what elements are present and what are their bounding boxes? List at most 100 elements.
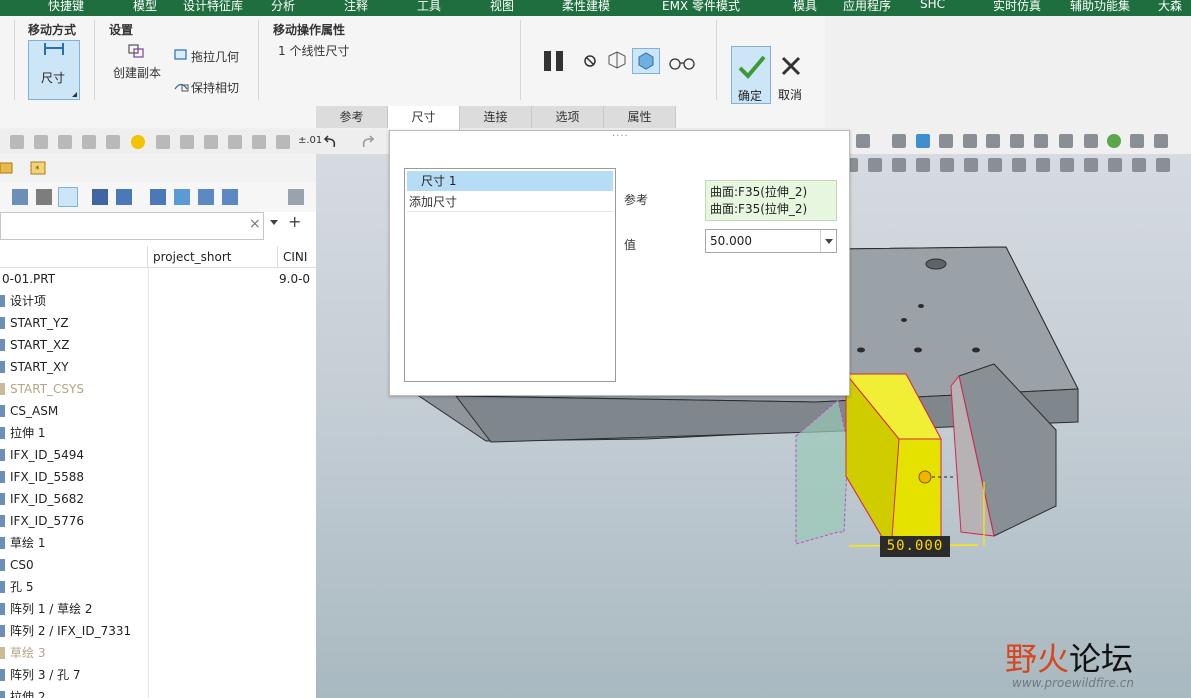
- view-tool-icon[interactable]: [856, 134, 870, 148]
- save-icon[interactable]: [106, 135, 120, 149]
- tree-row[interactable]: START_YZ: [0, 312, 316, 334]
- tree-row[interactable]: 拉伸 2: [0, 686, 316, 698]
- menu-dasen[interactable]: 大森: [1158, 0, 1182, 14]
- datum-axis-display-icon[interactable]: [1108, 158, 1122, 172]
- no-preview-icon[interactable]: [583, 54, 597, 68]
- paste-icon[interactable]: [180, 135, 194, 149]
- glasses-preview-icon[interactable]: [668, 56, 696, 70]
- shading-icon[interactable]: [940, 158, 954, 172]
- point-icon[interactable]: [1034, 134, 1048, 148]
- menu-applications[interactable]: 应用程序: [843, 0, 891, 14]
- cancel-button[interactable]: 取消: [775, 46, 809, 104]
- favorites-icon[interactable]: *: [30, 160, 46, 176]
- tree-settings-icon[interactable]: [116, 189, 132, 205]
- open-file-icon[interactable]: [34, 135, 48, 149]
- dimension-list[interactable]: 尺寸 1 添加尺寸: [404, 168, 616, 382]
- render-icon[interactable]: [939, 134, 953, 148]
- repaint-icon[interactable]: [916, 158, 930, 172]
- glasses-view-icon[interactable]: [1154, 134, 1168, 148]
- tree-row[interactable]: CS0: [0, 554, 316, 576]
- hierarchy-icon[interactable]: [222, 189, 238, 205]
- tree-list-icon[interactable]: [12, 189, 28, 205]
- menu-annotate[interactable]: 注释: [344, 0, 368, 14]
- spline-icon[interactable]: [1010, 134, 1024, 148]
- spin-center-icon[interactable]: [1060, 158, 1074, 172]
- parallelogram-icon[interactable]: [1059, 134, 1073, 148]
- tree-row[interactable]: IFX_ID_5588: [0, 466, 316, 488]
- layer-tree-icon[interactable]: [150, 189, 166, 205]
- tree-search-input[interactable]: ×: [0, 212, 264, 240]
- tree-col-project-short[interactable]: project_short: [148, 246, 278, 268]
- point-display-icon[interactable]: [1132, 158, 1146, 172]
- copy-icon[interactable]: [156, 135, 170, 149]
- pause-icon[interactable]: [542, 50, 566, 72]
- document-icon[interactable]: [288, 189, 304, 205]
- menu-view[interactable]: 视图: [490, 0, 514, 14]
- tab-options[interactable]: 选项: [532, 106, 604, 128]
- new-file-icon[interactable]: [10, 135, 24, 149]
- sketch-view-icon[interactable]: [986, 134, 1000, 148]
- menu-shortcuts[interactable]: 快捷键: [48, 0, 84, 14]
- tree-row[interactable]: IFX_ID_5776: [0, 510, 316, 532]
- reference-collector[interactable]: 曲面:F35(拉伸_2) 曲面:F35(拉伸_2): [705, 180, 837, 221]
- csys-display-icon[interactable]: [1156, 158, 1170, 172]
- slash-icon[interactable]: [1084, 134, 1098, 148]
- folder-icon[interactable]: [0, 160, 16, 176]
- tree-row[interactable]: START_CSYS: [0, 378, 316, 400]
- edit-icon[interactable]: [82, 135, 96, 149]
- add-icon[interactable]: +: [288, 212, 301, 231]
- tool-icon[interactable]: [204, 135, 218, 149]
- tree-row[interactable]: 阵列 2 / IFX_ID_7331: [0, 620, 316, 642]
- ok-button[interactable]: 确定: [731, 46, 771, 104]
- tab-reference[interactable]: 参考: [316, 106, 388, 128]
- green-sphere-icon[interactable]: [1107, 134, 1121, 148]
- menu-feature-library[interactable]: 设计特征库: [183, 0, 243, 14]
- tree-row[interactable]: START_XY: [0, 356, 316, 378]
- add-dimension-item[interactable]: 添加尺寸: [407, 192, 613, 212]
- image-icon[interactable]: [916, 134, 930, 148]
- tree-row[interactable]: 孔 5: [0, 576, 316, 598]
- create-copy-button[interactable]: 创建副本: [113, 64, 161, 81]
- section-icon[interactable]: [988, 158, 1002, 172]
- separate-preview-icon[interactable]: [606, 50, 628, 70]
- tree-col-name[interactable]: [0, 246, 148, 268]
- layers-icon[interactable]: [174, 189, 190, 205]
- saved-views-icon[interactable]: [964, 158, 978, 172]
- value-combobox[interactable]: [705, 229, 837, 253]
- regenerate-icon[interactable]: [252, 135, 266, 149]
- orient-icon[interactable]: [1036, 158, 1050, 172]
- menu-flexible-modeling[interactable]: 柔性建模: [562, 0, 610, 14]
- tree-col-cini[interactable]: CINI: [283, 246, 316, 268]
- datum-plane-display-icon[interactable]: [1084, 158, 1098, 172]
- structure-icon[interactable]: [198, 189, 214, 205]
- menu-emx[interactable]: EMX 零件模式: [662, 0, 740, 14]
- tab-connect[interactable]: 连接: [460, 106, 532, 128]
- tab-properties[interactable]: 属性: [604, 106, 676, 128]
- view-tool-icon[interactable]: [892, 134, 906, 148]
- panel-grip[interactable]: ····: [612, 131, 629, 142]
- wave-icon[interactable]: [963, 134, 977, 148]
- menu-shc[interactable]: SHC: [920, 0, 945, 11]
- tree-row[interactable]: IFX_ID_5682: [0, 488, 316, 510]
- tree-row[interactable]: 0-01.PRT 9.0-0: [0, 268, 316, 290]
- tab-dimension[interactable]: 尺寸: [388, 106, 460, 130]
- menu-mold[interactable]: 模具: [793, 0, 817, 14]
- menu-realtime-sim[interactable]: 实时仿真: [993, 0, 1041, 14]
- tree-row[interactable]: 草绘 1: [0, 532, 316, 554]
- tree-row[interactable]: IFX_ID_5494: [0, 444, 316, 466]
- menu-helpers[interactable]: 辅助功能集: [1070, 0, 1130, 14]
- menu-model[interactable]: 模型: [133, 0, 157, 14]
- menu-tools[interactable]: 工具: [417, 0, 441, 14]
- tree-row[interactable]: 设计项: [0, 290, 316, 312]
- menu-analysis[interactable]: 分析: [271, 0, 295, 14]
- tree-row[interactable]: 拉伸 1: [0, 422, 316, 444]
- tree-columns-icon[interactable]: [36, 189, 52, 205]
- clear-icon[interactable]: ×: [249, 216, 261, 232]
- refit-icon[interactable]: [892, 158, 906, 172]
- window-icon[interactable]: [276, 135, 290, 149]
- chevron-down-icon[interactable]: [820, 230, 836, 252]
- display-icon[interactable]: [1130, 134, 1144, 148]
- tree-view-icon[interactable]: [58, 187, 78, 207]
- dimension-button[interactable]: 尺寸: [28, 40, 80, 100]
- message-icon[interactable]: [58, 135, 72, 149]
